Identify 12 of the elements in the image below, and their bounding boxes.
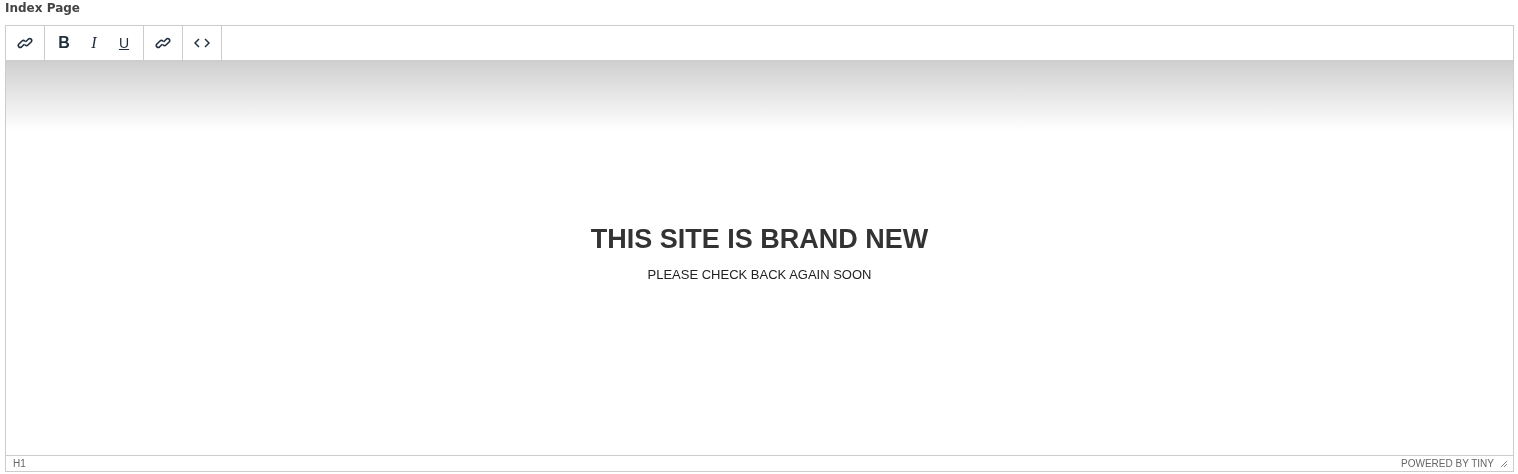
underline-button[interactable]: U [109, 28, 139, 58]
bold-button[interactable]: B [49, 28, 79, 58]
element-path: H1 [13, 458, 26, 469]
page-subtitle: PLEASE CHECK BACK AGAIN SOON [647, 267, 872, 282]
link-icon [155, 35, 171, 51]
resize-handle-icon[interactable] [1500, 459, 1508, 468]
code-icon [194, 38, 210, 48]
italic-button[interactable]: I [79, 28, 109, 58]
link-icon [17, 35, 33, 51]
field-label: Index Page [5, 0, 81, 17]
branding-link[interactable]: POWERED BY TINY [1401, 458, 1494, 469]
page-heading: THIS SITE IS BRAND NEW [590, 224, 929, 255]
